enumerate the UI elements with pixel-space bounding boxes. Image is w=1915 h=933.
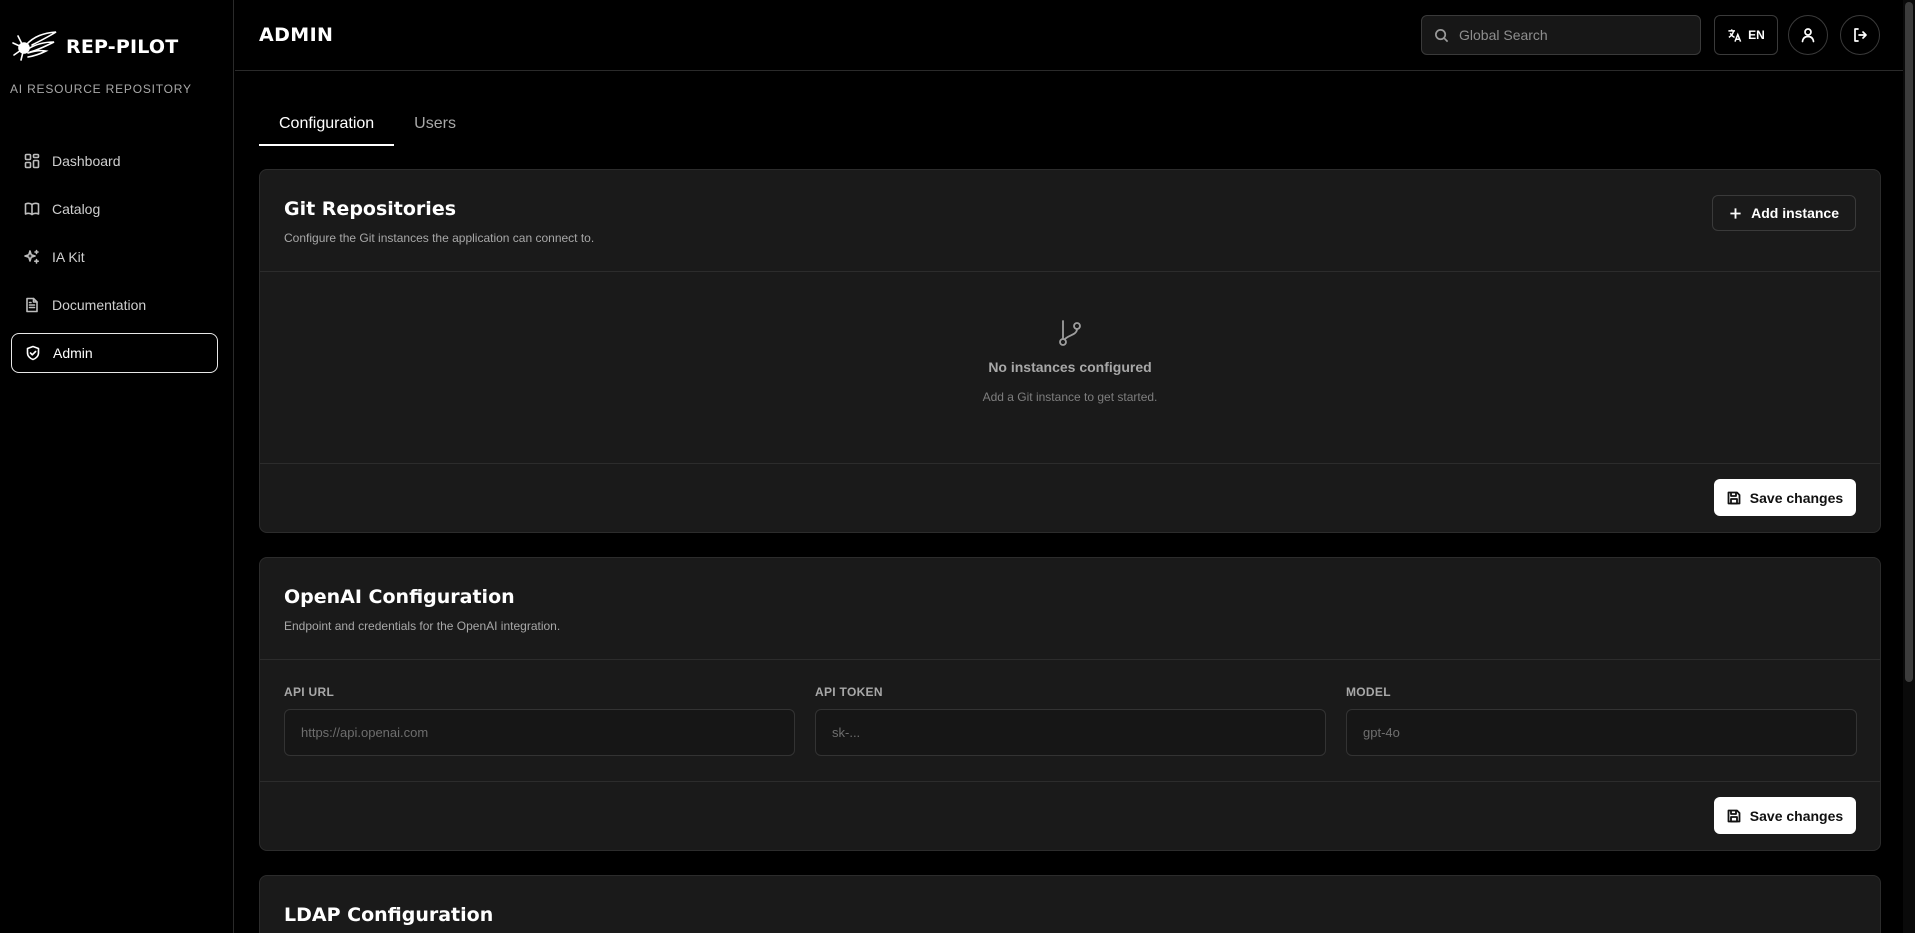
api-token-input[interactable] bbox=[815, 709, 1326, 756]
sidebar-item-label: Dashboard bbox=[52, 153, 121, 169]
sidebar-item-label: Catalog bbox=[52, 201, 101, 217]
api-url-input[interactable] bbox=[284, 709, 795, 756]
profile-button[interactable] bbox=[1788, 15, 1828, 55]
user-icon bbox=[1801, 28, 1815, 43]
sidebar-item-label: Admin bbox=[53, 345, 93, 361]
card-title: Git Repositories bbox=[284, 198, 457, 220]
card-title: LDAP Configuration bbox=[284, 904, 494, 926]
save-label: Save changes bbox=[1749, 489, 1844, 506]
divider bbox=[260, 659, 1880, 660]
sidebar-nav: Dashboard Catalog IA Kit Documentation A… bbox=[11, 141, 218, 381]
logo-icon bbox=[12, 31, 57, 61]
plus-icon bbox=[1730, 207, 1741, 219]
add-instance-button[interactable]: Add instance bbox=[1712, 195, 1856, 231]
admin-tabs: Configuration Users bbox=[259, 104, 476, 146]
sidebar-item-label: Documentation bbox=[52, 297, 147, 313]
api-url-field: API URL bbox=[284, 685, 795, 756]
card-title: OpenAI Configuration bbox=[284, 586, 515, 608]
page-title: ADMIN bbox=[259, 24, 334, 46]
search-input[interactable] bbox=[1459, 27, 1689, 43]
brand-name: REP-PILOT bbox=[66, 36, 179, 58]
brand-subtitle: AI RESOURCE REPOSITORY bbox=[10, 82, 192, 96]
save-changes-button[interactable]: Save changes bbox=[1714, 479, 1856, 516]
divider bbox=[260, 781, 1880, 782]
empty-subtitle: Add a Git instance to get started. bbox=[982, 390, 1158, 404]
git-branch-icon bbox=[1059, 320, 1081, 346]
logout-button[interactable] bbox=[1840, 15, 1880, 55]
logout-icon bbox=[1854, 28, 1867, 42]
divider bbox=[260, 271, 1880, 272]
book-icon bbox=[24, 202, 40, 216]
save-icon bbox=[1727, 809, 1741, 822]
sidebar-item-label: IA Kit bbox=[52, 249, 85, 265]
sidebar-item-dashboard[interactable]: Dashboard bbox=[11, 141, 218, 181]
git-repositories-card: Git Repositories Configure the Git insta… bbox=[259, 169, 1881, 533]
brand[interactable]: REP-PILOT bbox=[10, 28, 178, 66]
tab-configuration[interactable]: Configuration bbox=[259, 104, 395, 146]
card-description: Configure the Git instances the applicat… bbox=[284, 231, 595, 245]
sidebar-item-admin[interactable]: Admin bbox=[11, 333, 218, 373]
document-icon bbox=[26, 297, 38, 313]
tab-users[interactable]: Users bbox=[394, 104, 476, 146]
page-scrollbar[interactable] bbox=[1903, 0, 1915, 933]
empty-state: No instances configured Add a Git instan… bbox=[260, 318, 1880, 404]
save-label: Save changes bbox=[1749, 807, 1844, 824]
api-token-field: API TOKEN bbox=[815, 685, 1326, 756]
sidebar-item-documentation[interactable]: Documentation bbox=[11, 285, 218, 325]
language-label: EN bbox=[1748, 28, 1765, 42]
shield-icon bbox=[26, 345, 40, 361]
app-root: REP-PILOT AI RESOURCE REPOSITORY Dashboa… bbox=[0, 0, 1915, 933]
global-search[interactable] bbox=[1421, 15, 1701, 55]
language-button[interactable]: EN bbox=[1714, 15, 1778, 55]
field-label: API URL bbox=[284, 685, 335, 699]
ldap-configuration-card: LDAP Configuration bbox=[259, 875, 1881, 933]
sidebar-item-ia-kit[interactable]: IA Kit bbox=[11, 237, 218, 277]
scrollbar-thumb[interactable] bbox=[1905, 2, 1913, 682]
sidebar-item-catalog[interactable]: Catalog bbox=[11, 189, 218, 229]
model-field: MODEL bbox=[1346, 685, 1857, 756]
save-icon bbox=[1727, 491, 1741, 504]
sidebar: REP-PILOT AI RESOURCE REPOSITORY Dashboa… bbox=[0, 0, 234, 933]
translate-icon bbox=[1728, 28, 1742, 42]
field-label: MODEL bbox=[1346, 685, 1391, 699]
model-input[interactable] bbox=[1346, 709, 1857, 756]
sparkles-icon bbox=[24, 249, 39, 264]
search-icon bbox=[1435, 28, 1449, 42]
empty-title: No instances configured bbox=[988, 359, 1152, 375]
divider bbox=[260, 463, 1880, 464]
top-header: ADMIN EN bbox=[235, 0, 1915, 71]
card-description: Endpoint and credentials for the OpenAI … bbox=[284, 619, 561, 633]
openai-configuration-card: OpenAI Configuration Endpoint and creden… bbox=[259, 557, 1881, 851]
add-instance-label: Add instance bbox=[1751, 205, 1839, 221]
field-label: API TOKEN bbox=[815, 685, 883, 699]
dashboard-icon bbox=[24, 153, 40, 169]
save-changes-button[interactable]: Save changes bbox=[1714, 797, 1856, 834]
